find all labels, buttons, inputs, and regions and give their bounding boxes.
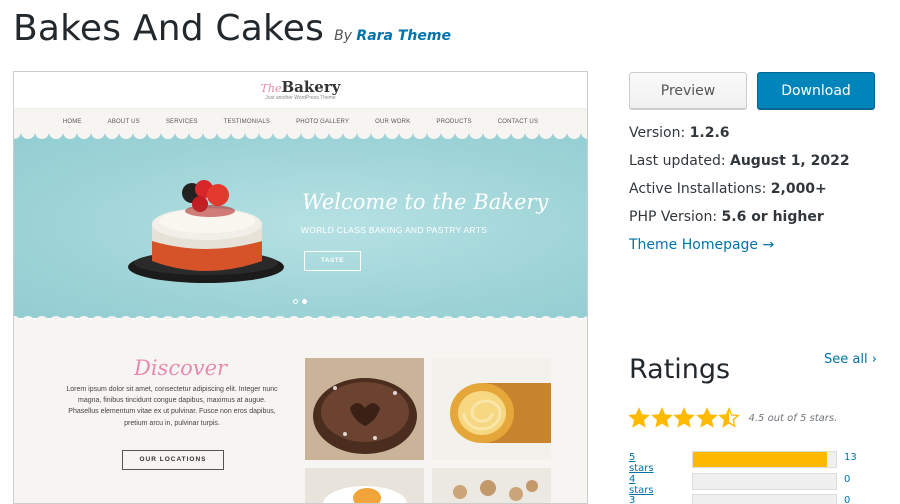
installs-row: Active Installations: 2,000+: [629, 181, 850, 209]
chevron-right-icon: ›: [871, 352, 877, 367]
scallop-bottom-edge: [14, 316, 587, 326]
version-row: Version: 1.2.6: [629, 125, 850, 153]
preview-button[interactable]: Preview: [629, 72, 747, 109]
version-label: Version:: [629, 125, 686, 141]
photo-chocolate-cake: [305, 358, 424, 460]
theme-homepage-link[interactable]: Theme Homepage →: [629, 237, 774, 253]
rating-bar-track: [692, 494, 837, 504]
site-nav-item: TESTIMONIALS: [223, 118, 271, 125]
star-full-icon: [650, 407, 673, 428]
photo-pastry: [305, 468, 424, 503]
rating-bar-track: [692, 472, 837, 490]
site-nav-item: PRODUCTS: [436, 118, 472, 125]
updated-row: Last updated: August 1, 2022: [629, 153, 850, 181]
rating-bar-fill: [693, 452, 828, 467]
php-label: PHP Version:: [629, 209, 718, 225]
site-nav-item: SERVICES: [165, 118, 198, 125]
star-rating: 4.5 out of 5 stars.: [628, 407, 837, 429]
version-value: 1.2.6: [689, 125, 730, 141]
rating-row-count: 0: [844, 495, 851, 504]
taste-button: TASTE: [304, 251, 361, 271]
theme-meta: Version: 1.2.6 Last updated: August 1, 2…: [629, 125, 850, 265]
discover-text: Lorem ipsum dolor sit amet, consectetur …: [66, 386, 278, 427]
site-tagline: Just another WordPress Theme: [265, 95, 336, 101]
see-all-link[interactable]: See all ›: [824, 352, 877, 367]
site-header: TheBakery Just another WordPress Theme: [14, 72, 587, 108]
rating-bar-track: [692, 451, 837, 468]
site-nav-item: ABOUT US: [107, 118, 140, 125]
rating-row-label[interactable]: 3 stars: [629, 495, 654, 504]
star-full-icon: [628, 407, 650, 428]
slider-dot-active: [302, 299, 307, 304]
rating-row-count: 13: [844, 452, 857, 463]
hero-subtitle: WORLD CLASS BAKING AND PASTRY ARTS: [301, 225, 488, 235]
site-logo-prefix: The: [260, 82, 282, 95]
discover-title: Discover: [134, 356, 228, 380]
photo-cookies: [432, 468, 551, 503]
slider-dots: [293, 299, 307, 304]
rating-row-label[interactable]: 4 stars: [629, 474, 654, 496]
installs-value: 2,000+: [770, 181, 827, 197]
our-locations-button: OUR LOCATIONS: [122, 450, 224, 470]
theme-title: Bakes And Cakes: [13, 8, 325, 49]
site-nav-item: OUR WORK: [375, 118, 411, 125]
rating-row-label[interactable]: 5 stars: [629, 452, 654, 474]
star-full-icon: [673, 407, 695, 428]
rating-caption: 4.5 out of 5 stars.: [748, 412, 838, 424]
ratings-title: Ratings: [629, 354, 731, 385]
hero-title: Welcome to the Bakery: [302, 190, 549, 214]
photo-swiss-roll: [432, 358, 551, 460]
author-link[interactable]: Rara Theme: [356, 28, 451, 44]
updated-value: August 1, 2022: [730, 153, 850, 169]
site-nav-item: HOME: [62, 118, 82, 125]
star-half-icon: [718, 407, 740, 428]
download-button[interactable]: Download: [757, 72, 875, 109]
cake-image: [128, 180, 284, 283]
byline-prefix: By: [334, 28, 352, 44]
site-nav-item: PHOTO GALLERY: [296, 118, 350, 125]
homepage-row: Theme Homepage →: [629, 237, 850, 265]
site-nav-item: CONTACT US: [497, 118, 539, 125]
slider-dot: [293, 299, 298, 304]
php-row: PHP Version: 5.6 or higher: [629, 209, 850, 237]
php-value: 5.6 or higher: [721, 209, 824, 225]
installs-label: Active Installations:: [629, 181, 767, 197]
updated-label: Last updated:: [629, 153, 726, 169]
rating-row-count: 0: [844, 473, 851, 485]
byline: By Rara Theme: [334, 28, 451, 44]
see-all-label: See all: [824, 352, 868, 367]
theme-screenshot: TheBakery Just another WordPress Theme H…: [13, 71, 588, 504]
scallop-top-edge: [14, 128, 587, 139]
theme-header: Bakes And Cakes By Rara Theme: [13, 8, 451, 49]
site-logo: TheBakery: [14, 78, 587, 96]
star-full-icon: [695, 407, 718, 428]
site-logo-main: Bakery: [281, 78, 341, 96]
